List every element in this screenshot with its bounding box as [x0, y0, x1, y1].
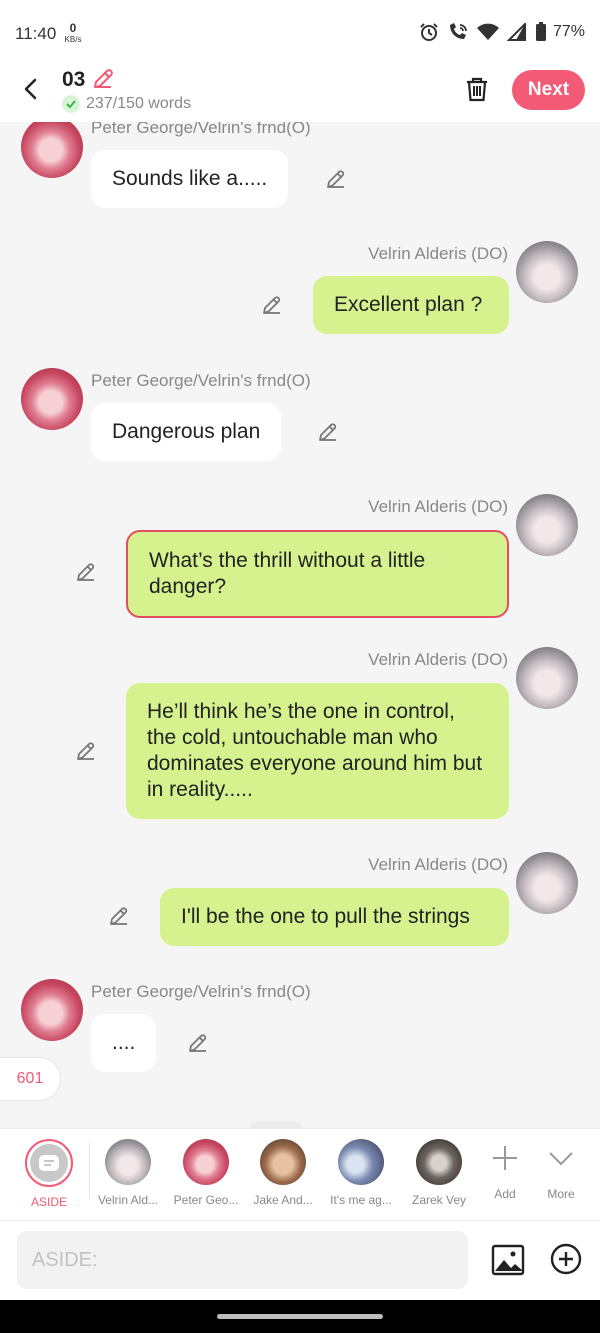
character-peter[interactable]: Peter Geo...: [168, 1139, 244, 1207]
chevron-down-icon: [549, 1152, 573, 1166]
alarm-icon: [420, 23, 438, 41]
wifi-call-icon: [449, 23, 467, 39]
avatar: [260, 1139, 306, 1185]
edit-message-icon[interactable]: [186, 1031, 210, 1055]
message-bubble[interactable]: I'll be the one to pull the strings: [160, 888, 509, 946]
avatar: [105, 1139, 151, 1185]
check-icon: [62, 95, 80, 113]
sender-name: Velrin Alderis (DO): [368, 244, 508, 263]
avatar-peter[interactable]: [21, 368, 83, 430]
add-circle-icon[interactable]: [549, 1242, 583, 1276]
character-label: ASIDE: [30, 1195, 67, 1209]
message-bubble[interactable]: Dangerous plan: [91, 403, 282, 461]
battery-percent: 77%: [552, 23, 585, 40]
sender-name: Peter George/Velrin's frnd(O): [91, 122, 311, 137]
character-velrin[interactable]: Velrin Ald...: [90, 1139, 166, 1207]
chapter-title: 03: [62, 68, 86, 91]
character-bar: ASIDE Velrin Ald... Peter Geo... Jake An…: [0, 1128, 600, 1221]
character-label: Peter Geo...: [173, 1193, 239, 1207]
sender-name: Velrin Alderis (DO): [368, 855, 508, 874]
edit-message-icon[interactable]: [324, 167, 348, 191]
character-jake[interactable]: Jake And...: [245, 1139, 321, 1207]
sender-name: Peter George/Velrin's frnd(O): [91, 982, 311, 1001]
network-speed-value: 0: [69, 21, 77, 35]
cellular-signal-icon: [506, 23, 526, 41]
character-label: It's me ag...: [330, 1193, 392, 1207]
edit-title-icon[interactable]: [90, 66, 116, 92]
network-speed: 0 KB/s: [62, 22, 84, 44]
edit-message-icon[interactable]: [74, 560, 98, 584]
avatar: [338, 1139, 384, 1185]
edit-message-icon[interactable]: [260, 293, 284, 317]
comment-icon: [39, 1155, 59, 1171]
avatar-velrin[interactable]: [516, 494, 578, 556]
wifi-icon: [476, 23, 499, 40]
plus-icon: [493, 1146, 517, 1170]
trash-icon[interactable]: [462, 74, 492, 104]
chat-area[interactable]: Peter George/Velrin's frnd(O) Sounds lik…: [0, 122, 600, 1128]
edit-message-icon[interactable]: [316, 420, 340, 444]
avatar-peter[interactable]: [21, 979, 83, 1041]
character-zarek[interactable]: Zarek Vey: [401, 1139, 477, 1207]
word-count: 237/150 words: [62, 95, 191, 113]
avatar: [183, 1139, 229, 1185]
aside-input[interactable]: [17, 1231, 468, 1289]
avatar-velrin[interactable]: [516, 647, 578, 709]
edit-message-icon[interactable]: [107, 904, 131, 928]
character-its-me[interactable]: It's me ag...: [323, 1139, 399, 1207]
avatar-peter[interactable]: [21, 122, 83, 178]
avatar: [416, 1139, 462, 1185]
chapter-header: 03 237/150 words Next: [0, 66, 600, 122]
sender-name: Velrin Alderis (DO): [368, 497, 508, 516]
message-bubble[interactable]: Sounds like a.....: [91, 150, 289, 208]
status-bar: 11:40 0 KB/s 77%: [0, 0, 600, 66]
message-count-badge[interactable]: 601: [0, 1057, 61, 1101]
character-label: Velrin Ald...: [97, 1193, 159, 1207]
status-time: 11:40: [15, 24, 57, 43]
home-handle[interactable]: [217, 1314, 383, 1319]
composer: [0, 1220, 600, 1301]
network-speed-unit: KB/s: [64, 35, 82, 44]
avatar-velrin[interactable]: [516, 852, 578, 914]
image-icon[interactable]: [491, 1243, 525, 1277]
edit-message-icon[interactable]: [74, 739, 98, 763]
character-label: Jake And...: [253, 1193, 313, 1207]
next-button[interactable]: Next: [512, 70, 585, 110]
message-bubble[interactable]: He’ll think he’s the one in control, the…: [126, 683, 509, 819]
word-count-text: 237/150 words: [86, 95, 191, 112]
battery-icon: [535, 22, 546, 41]
sender-name: Peter George/Velrin's frnd(O): [91, 371, 311, 390]
message-bubble-selected[interactable]: What’s the thrill without a little dange…: [126, 530, 509, 618]
message-bubble[interactable]: Excellent plan ?: [313, 276, 509, 334]
character-aside[interactable]: ASIDE: [11, 1139, 87, 1209]
character-label: Zarek Vey: [411, 1193, 467, 1207]
aside-avatar: [25, 1139, 73, 1187]
avatar-velrin[interactable]: [516, 241, 578, 303]
back-icon[interactable]: [18, 76, 44, 102]
more-label: More: [547, 1187, 575, 1201]
sender-name: Velrin Alderis (DO): [368, 650, 508, 669]
more-characters-button[interactable]: More: [523, 1139, 599, 1201]
message-bubble[interactable]: ....: [91, 1014, 157, 1072]
system-nav-bar: [0, 1300, 600, 1333]
